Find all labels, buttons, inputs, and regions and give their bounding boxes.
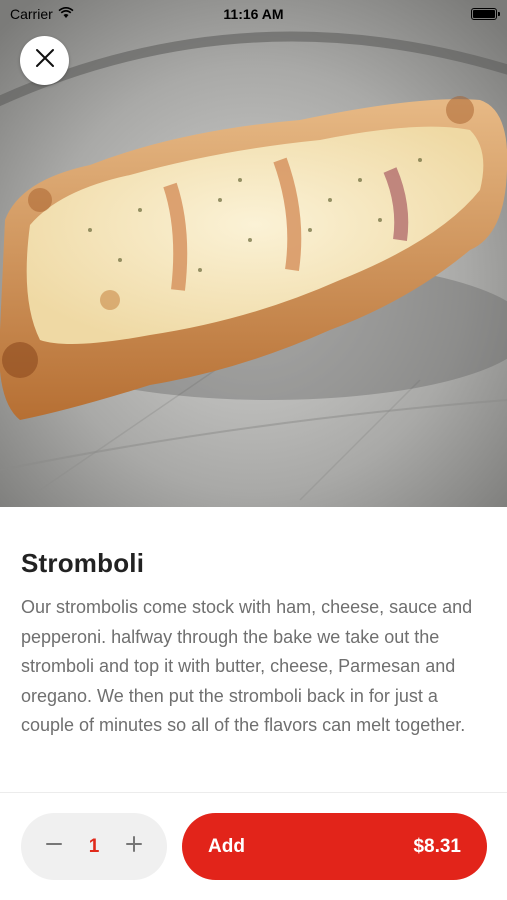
close-icon [35, 48, 55, 73]
add-button-price: $8.31 [413, 835, 461, 857]
status-time: 11:16 AM [223, 6, 284, 22]
minus-icon [45, 835, 63, 858]
add-button-label: Add [208, 835, 245, 857]
product-photo [0, 0, 507, 507]
battery-icon [471, 8, 500, 20]
increase-quantity-button[interactable] [121, 834, 147, 860]
quantity-stepper: 1 [21, 813, 167, 880]
add-to-order-button[interactable]: Add $8.31 [182, 813, 487, 880]
divider [0, 792, 507, 793]
product-description: Our strombolis come stock with ham, chee… [21, 597, 473, 735]
product-details: Stromboli Our strombolis come stock with… [21, 548, 491, 741]
status-bar: Carrier 11:16 AM [0, 0, 507, 28]
close-button[interactable] [20, 36, 69, 85]
product-title: Stromboli [21, 548, 145, 578]
stromboli-photo-illustration [0, 0, 507, 507]
quantity-value: 1 [88, 835, 100, 857]
plus-icon [125, 835, 143, 858]
decrease-quantity-button[interactable] [41, 834, 67, 860]
